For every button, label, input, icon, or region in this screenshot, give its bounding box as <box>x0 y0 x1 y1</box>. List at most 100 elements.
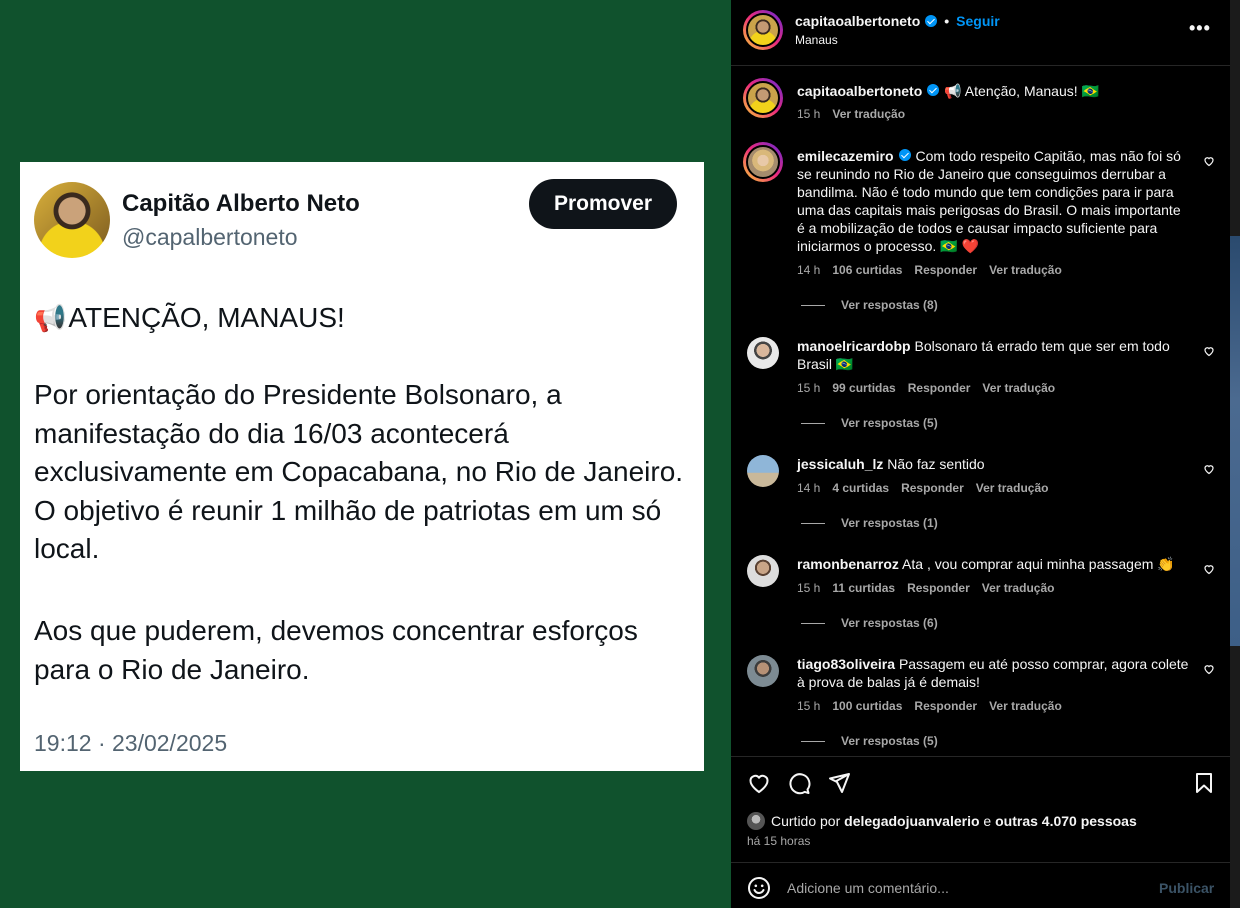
likes-middle: e <box>983 813 992 829</box>
comment-meta: 15 h 100 curtidas Responder Ver tradução <box>797 699 1062 713</box>
comment-meta: 14 h 106 curtidas Responder Ver tradução <box>797 263 1062 277</box>
post-header: capitaoalbertoneto • Seguir <box>795 13 1000 29</box>
heart-icon[interactable] <box>1203 155 1215 167</box>
comment-time: 14 h <box>797 263 821 277</box>
likes-others[interactable]: outras 4.070 pessoas <box>995 813 1137 829</box>
verified-badge-icon <box>925 15 938 27</box>
view-replies-label: Ver respostas (5) <box>841 734 938 748</box>
heart-icon[interactable] <box>1203 463 1215 475</box>
tweet-screenshot: Capitão Alberto Neto @capalbertoneto Pro… <box>20 162 704 771</box>
comment-input[interactable]: Adicione um comentário... <box>787 880 949 896</box>
view-replies-button[interactable]: Ver respostas (5) <box>801 416 938 430</box>
tweet-timestamp: 19:12 · 23/02/2025 <box>34 730 228 756</box>
comment-likes[interactable]: 106 curtidas <box>832 263 902 277</box>
follow-button[interactable]: Seguir <box>956 13 1000 29</box>
publish-button[interactable]: Publicar <box>1159 880 1214 896</box>
comment-likes[interactable]: 100 curtidas <box>832 699 902 713</box>
likes-prefix: Curtido por <box>771 813 841 829</box>
caption-text: 📢 Atenção, Manaus! 🇧🇷 <box>944 83 1099 99</box>
comment-meta: 14 h 4 curtidas Responder Ver tradução <box>797 481 1048 495</box>
bookmark-icon[interactable] <box>1192 771 1216 795</box>
caption-meta: 15 h Ver tradução <box>797 107 905 121</box>
view-replies-button[interactable]: Ver respostas (1) <box>801 516 938 530</box>
author-avatar[interactable] <box>743 10 783 50</box>
translate-link[interactable]: Ver tradução <box>989 699 1062 713</box>
heart-icon[interactable] <box>1203 345 1215 357</box>
comment-icon[interactable] <box>787 771 811 795</box>
comment-text: emilecazemiro Com todo respeito Capitão, … <box>797 147 1189 255</box>
view-replies-button[interactable]: Ver respostas (6) <box>801 616 938 630</box>
comment-likes[interactable]: 99 curtidas <box>832 381 895 395</box>
comment-time: 15 h <box>797 699 821 713</box>
emoji-icon[interactable] <box>747 876 771 900</box>
heart-icon[interactable] <box>1203 563 1215 575</box>
author-username[interactable]: capitaoalbertoneto <box>795 13 920 29</box>
likes-summary: Curtido por delegadojuanvalerio e outras… <box>747 812 1137 830</box>
comment-text: ramonbenarroz Ata , vou comprar aqui min… <box>797 555 1189 573</box>
reply-button[interactable]: Responder <box>914 263 977 277</box>
comment-avatar[interactable] <box>747 337 779 369</box>
view-replies-label: Ver respostas (6) <box>841 616 938 630</box>
view-replies-label: Ver respostas (1) <box>841 516 938 530</box>
view-replies-label: Ver respostas (5) <box>841 416 938 430</box>
comment-avatar[interactable] <box>747 455 779 487</box>
view-replies-button[interactable]: Ver respostas (8) <box>801 298 938 312</box>
tweet-author-name: Capitão Alberto Neto <box>122 190 360 217</box>
comment-avatar[interactable] <box>743 142 783 182</box>
comment-username[interactable]: ramonbenarroz <box>797 556 899 572</box>
more-options-icon[interactable]: ••• <box>1189 18 1211 39</box>
comment-time: 15 h <box>797 381 821 395</box>
post-sidebar: capitaoalbertoneto • Seguir Manaus ••• c… <box>731 0 1230 908</box>
heart-icon[interactable] <box>1203 663 1215 675</box>
reply-button[interactable]: Responder <box>907 581 970 595</box>
view-replies-button[interactable]: Ver respostas (5) <box>801 734 938 748</box>
caption-username[interactable]: capitaoalbertoneto <box>797 83 922 99</box>
liker-avatar[interactable] <box>747 812 765 830</box>
tweet-paragraph: Por orientação do Presidente Bolsonaro, … <box>34 379 684 565</box>
background-window-edge <box>1230 0 1240 908</box>
translate-link[interactable]: Ver tradução <box>982 381 1055 395</box>
tweet-avatar <box>34 182 110 258</box>
caption-time: 15 h <box>797 107 821 121</box>
comment-text: jessicaluh_lz Não faz sentido <box>797 455 1189 473</box>
translate-link[interactable]: Ver tradução <box>832 107 905 121</box>
comment-time: 15 h <box>797 581 821 595</box>
divider <box>731 862 1230 863</box>
comment-likes[interactable]: 11 curtidas <box>832 581 895 595</box>
comment-text: tiago83oliveira Passagem eu até posso co… <box>797 655 1189 691</box>
comment-body: Ata , vou comprar aqui minha passagem 👏 <box>902 556 1175 572</box>
comment-meta: 15 h 99 curtidas Responder Ver tradução <box>797 381 1055 395</box>
heart-icon[interactable] <box>747 771 771 795</box>
view-replies-label: Ver respostas (8) <box>841 298 938 312</box>
comment-username[interactable]: emilecazemiro <box>797 148 894 164</box>
verified-badge-icon <box>927 84 940 96</box>
comment-username[interactable]: jessicaluh_lz <box>797 456 883 472</box>
liker-username[interactable]: delegadojuanvalerio <box>844 813 979 829</box>
comment-avatar[interactable] <box>747 555 779 587</box>
comment-body: Não faz sentido <box>887 456 985 472</box>
tweet-headline: 📢 ATENÇÃO, MANAUS! <box>34 302 345 334</box>
tweet-author-handle: @capalbertoneto <box>122 224 298 250</box>
reply-button[interactable]: Responder <box>914 699 977 713</box>
caption-avatar[interactable] <box>743 78 783 118</box>
comment-username[interactable]: manoelricardobp <box>797 338 911 354</box>
share-icon[interactable] <box>827 771 851 795</box>
tweet-paragraph: Aos que puderem, devemos concentrar esfo… <box>34 615 638 685</box>
post-caption: capitaoalbertoneto 📢 Atenção, Manaus! 🇧🇷 <box>797 82 1189 100</box>
post-location[interactable]: Manaus <box>795 33 838 47</box>
comment-username[interactable]: tiago83oliveira <box>797 656 895 672</box>
comment-avatar[interactable] <box>747 655 779 687</box>
reply-button[interactable]: Responder <box>901 481 964 495</box>
translate-link[interactable]: Ver tradução <box>976 481 1049 495</box>
translate-link[interactable]: Ver tradução <box>982 581 1055 595</box>
post-time-ago[interactable]: há 15 horas <box>747 834 810 848</box>
header-separator: • <box>944 13 950 29</box>
reply-button[interactable]: Responder <box>908 381 971 395</box>
divider <box>731 756 1230 757</box>
comment-likes[interactable]: 4 curtidas <box>832 481 889 495</box>
megaphone-icon: 📢 <box>34 302 67 333</box>
tweet-headline-text: ATENÇÃO, MANAUS! <box>68 302 345 333</box>
translate-link[interactable]: Ver tradução <box>989 263 1062 277</box>
post-media: Capitão Alberto Neto @capalbertoneto Pro… <box>0 0 731 908</box>
verified-badge-icon <box>898 149 911 161</box>
